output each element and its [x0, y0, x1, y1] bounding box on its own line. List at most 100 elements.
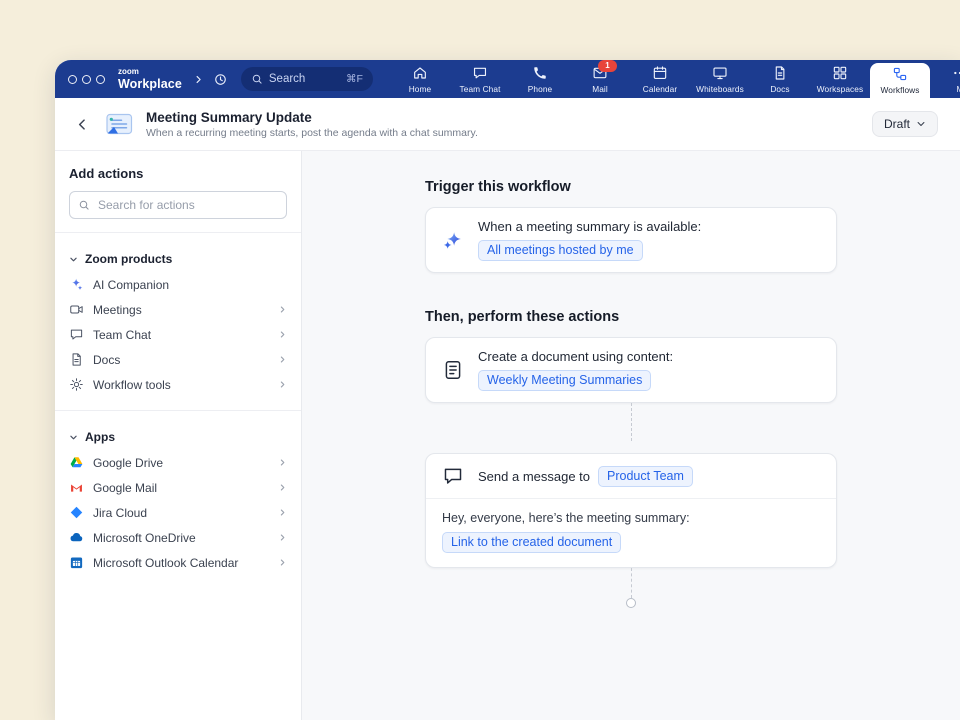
nav-item-label: Mail — [592, 84, 608, 94]
workflow-end-node[interactable] — [626, 598, 636, 608]
sidebar-item-outlook-calendar[interactable]: Microsoft Outlook Calendar — [69, 550, 287, 575]
recipient-chip[interactable]: Product Team — [598, 466, 693, 487]
sidebar-item-google-drive[interactable]: Google Drive — [69, 450, 287, 475]
nav-left-cluster: zoom Workplace Search ⌘F — [55, 60, 373, 98]
sidebar-item-ai-companion[interactable]: AI Companion — [69, 272, 287, 297]
message-body-text: Hey, everyone, here’s the meeting summar… — [442, 511, 820, 525]
nav-item-more[interactable]: M — [930, 60, 960, 98]
sidebar-item-label: Google Mail — [93, 481, 157, 495]
back-button[interactable] — [73, 115, 92, 134]
actions-search-input[interactable] — [96, 197, 278, 213]
chevron-down-icon — [916, 119, 926, 129]
sidebar-item-team-chat[interactable]: Team Chat — [69, 322, 287, 347]
nav-item-label: Calendar — [643, 84, 677, 94]
nav-item-workflows[interactable]: Workflows — [870, 63, 930, 98]
create-document-card[interactable]: Create a document using content: Weekly … — [425, 337, 837, 403]
calendar-icon — [652, 65, 668, 81]
nav-item-label: M — [956, 84, 960, 94]
trigger-scope-chip[interactable]: All meetings hosted by me — [478, 240, 643, 261]
window-control-dot[interactable] — [68, 75, 77, 84]
history-icon[interactable] — [213, 72, 228, 87]
chevron-right-icon — [278, 355, 287, 364]
workflow-title: Meeting Summary Update — [146, 110, 478, 125]
window-control-dot[interactable] — [96, 75, 105, 84]
sidebar-title: Add actions — [69, 166, 287, 181]
team-chat-icon — [472, 65, 488, 81]
document-link-chip[interactable]: Link to the created document — [442, 532, 621, 553]
google-mail-icon — [69, 480, 84, 495]
logo-workplace-text: Workplace — [118, 78, 182, 91]
global-search[interactable]: Search ⌘F — [241, 67, 373, 91]
nav-item-label: Workflows — [880, 85, 919, 95]
header-titles: Meeting Summary Update When a recurring … — [146, 110, 478, 139]
sidebar-item-google-mail[interactable]: Google Mail — [69, 475, 287, 500]
sidebar-item-workflow-tools[interactable]: Workflow tools — [69, 372, 287, 397]
workspaces-icon — [832, 65, 848, 81]
section-zoom-products[interactable]: Zoom products — [69, 246, 287, 272]
top-navigation-bar: zoom Workplace Search ⌘F Home — [55, 60, 960, 98]
message-body: Hey, everyone, here’s the meeting summar… — [426, 499, 836, 567]
search-icon — [251, 73, 263, 85]
workflow-column: Trigger this workflow When a meeting sum… — [425, 151, 837, 720]
onedrive-icon — [69, 530, 84, 545]
actions-heading: Then, perform these actions — [425, 309, 837, 325]
window-controls[interactable] — [68, 75, 105, 84]
docs-icon — [69, 352, 84, 367]
chevron-right-icon — [278, 458, 287, 467]
divider — [55, 232, 301, 233]
trigger-card[interactable]: When a meeting summary is available: All… — [425, 207, 837, 273]
trigger-heading: Trigger this workflow — [425, 179, 837, 195]
workflow-canvas: Trigger this workflow When a meeting sum… — [302, 151, 960, 720]
create-document-text: Create a document using content: — [478, 349, 673, 364]
sidebar-item-label: Microsoft OneDrive — [93, 531, 196, 545]
jira-cloud-icon — [69, 505, 84, 520]
draft-status-dropdown[interactable]: Draft — [872, 111, 938, 137]
sidebar-item-label: Workflow tools — [93, 378, 171, 392]
nav-item-team-chat[interactable]: Team Chat — [450, 60, 510, 98]
workflow-header: Meeting Summary Update When a recurring … — [55, 98, 960, 151]
sidebar-item-label: Jira Cloud — [93, 506, 147, 520]
nav-items: Home Team Chat Phone 1 Mail Calendar — [390, 60, 960, 98]
sidebar-item-docs[interactable]: Docs — [69, 347, 287, 372]
outlook-calendar-icon — [69, 555, 84, 570]
nav-item-whiteboards[interactable]: Whiteboards — [690, 60, 750, 98]
sidebar-item-meetings[interactable]: Meetings — [69, 297, 287, 322]
trigger-text: When a meeting summary is available: — [478, 219, 701, 234]
nav-item-calendar[interactable]: Calendar — [630, 60, 690, 98]
mail-unread-badge: 1 — [598, 60, 617, 72]
search-shortcut: ⌘F — [346, 73, 363, 85]
nav-item-mail[interactable]: 1 Mail — [570, 60, 630, 98]
actions-search[interactable] — [69, 191, 287, 219]
ai-companion-icon — [69, 277, 84, 292]
nav-item-docs[interactable]: Docs — [750, 60, 810, 98]
document-icon — [442, 359, 464, 381]
nav-item-workspaces[interactable]: Workspaces — [810, 60, 870, 98]
meetings-icon — [69, 302, 84, 317]
sidebar-item-onedrive[interactable]: Microsoft OneDrive — [69, 525, 287, 550]
document-content-chip[interactable]: Weekly Meeting Summaries — [478, 370, 651, 391]
search-label: Search — [269, 73, 305, 85]
section-label: Apps — [85, 430, 115, 444]
zoom-workplace-window: zoom Workplace Search ⌘F Home — [55, 60, 960, 720]
send-message-card[interactable]: Send a message to Product Team Hey, ever… — [425, 453, 837, 568]
chevron-down-icon — [69, 433, 78, 442]
nav-item-phone[interactable]: Phone — [510, 60, 570, 98]
add-actions-sidebar: Add actions Zoom products AI Companion — [55, 151, 302, 720]
sidebar-item-label: Team Chat — [93, 328, 151, 342]
chevron-right-icon[interactable] — [193, 74, 204, 85]
chevron-right-icon — [278, 533, 287, 542]
window-control-dot[interactable] — [82, 75, 91, 84]
docs-icon — [772, 65, 788, 81]
chevron-down-icon — [69, 255, 78, 264]
chevron-right-icon — [278, 508, 287, 517]
nav-item-label: Workspaces — [817, 84, 864, 94]
chevron-right-icon — [278, 330, 287, 339]
content-area: Add actions Zoom products AI Companion — [55, 151, 960, 720]
mail-icon: 1 — [592, 65, 608, 81]
send-message-text: Send a message to — [478, 469, 590, 484]
nav-item-home[interactable]: Home — [390, 60, 450, 98]
nav-item-label: Docs — [770, 84, 789, 94]
sidebar-item-label: Docs — [93, 353, 120, 367]
section-apps[interactable]: Apps — [69, 424, 287, 450]
sidebar-item-jira-cloud[interactable]: Jira Cloud — [69, 500, 287, 525]
